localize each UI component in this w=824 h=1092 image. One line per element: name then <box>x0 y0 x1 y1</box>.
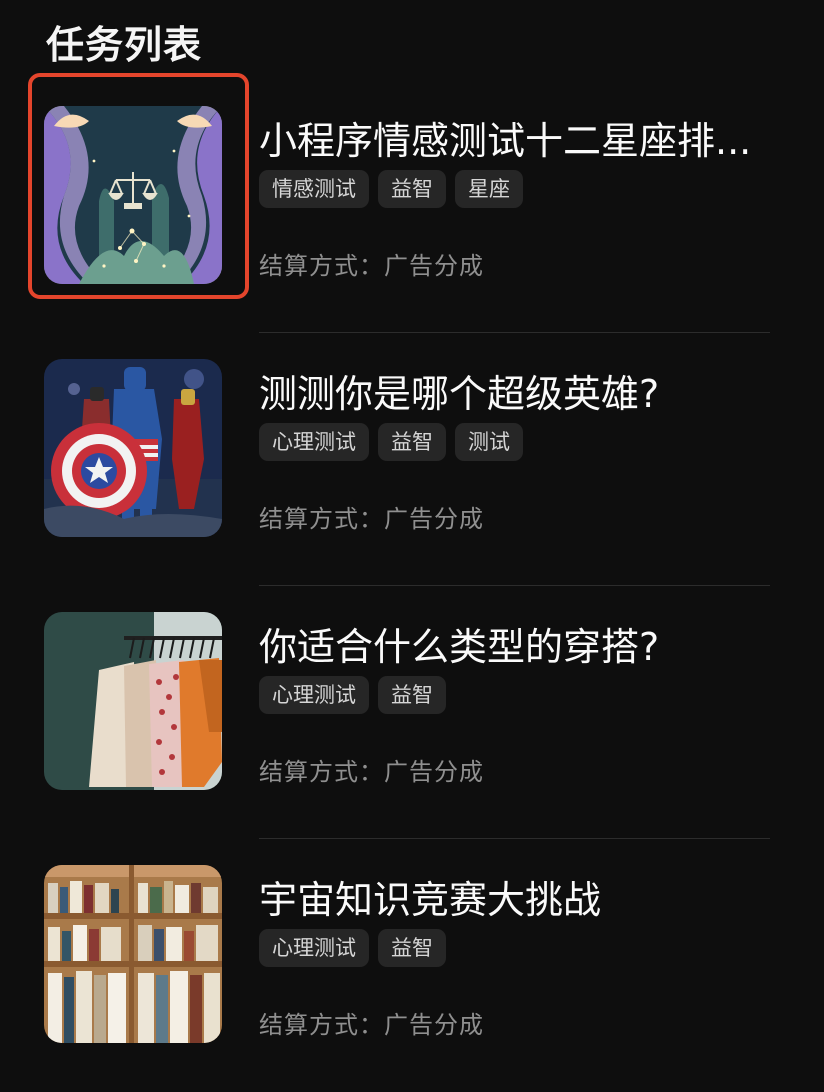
task-thumbnail[interactable] <box>44 359 222 537</box>
list-item[interactable]: 测测你是哪个超级英雄? 心理测试 益智 测试 结算方式：广告分成 <box>0 333 824 586</box>
superhero-image <box>44 359 222 537</box>
task-title[interactable]: 小程序情感测试十二星座排... <box>259 110 769 165</box>
tag: 益智 <box>378 423 446 461</box>
list-item[interactable]: 宇宙知识竞赛大挑战 心理测试 益智 结算方式：广告分成 <box>0 839 824 1092</box>
tag: 益智 <box>378 170 446 208</box>
settlement-method: 结算方式：广告分成 <box>259 758 484 786</box>
tag: 测试 <box>455 423 523 461</box>
tag: 心理测试 <box>259 423 369 461</box>
list-item[interactable]: 你适合什么类型的穿搭? 心理测试 益智 结算方式：广告分成 <box>0 586 824 839</box>
task-title[interactable]: 你适合什么类型的穿搭? <box>259 616 769 671</box>
zodiac-libra-image <box>44 106 222 284</box>
settlement-method: 结算方式：广告分成 <box>259 1011 484 1039</box>
tag: 益智 <box>378 676 446 714</box>
task-thumbnail[interactable] <box>44 865 222 1043</box>
tag-list: 心理测试 益智 测试 <box>259 423 523 461</box>
task-thumbnail[interactable] <box>44 106 222 284</box>
task-title[interactable]: 测测你是哪个超级英雄? <box>259 363 769 418</box>
tag-list: 情感测试 益智 星座 <box>259 170 523 208</box>
settlement-method: 结算方式：广告分成 <box>259 505 484 533</box>
tag: 情感测试 <box>259 170 369 208</box>
tag: 星座 <box>455 170 523 208</box>
tag: 益智 <box>378 929 446 967</box>
tag: 心理测试 <box>259 929 369 967</box>
clothing-rack-image <box>44 612 222 790</box>
tag: 心理测试 <box>259 676 369 714</box>
page-title: 任务列表 <box>46 23 203 67</box>
task-thumbnail[interactable] <box>44 612 222 790</box>
list-item[interactable]: 小程序情感测试十二星座排... 情感测试 益智 星座 结算方式：广告分成 <box>0 73 824 333</box>
tag-list: 心理测试 益智 <box>259 929 446 967</box>
tag-list: 心理测试 益智 <box>259 676 446 714</box>
settlement-method: 结算方式：广告分成 <box>259 252 484 280</box>
bookshelf-image <box>44 865 222 1043</box>
task-title[interactable]: 宇宙知识竞赛大挑战 <box>259 869 769 924</box>
